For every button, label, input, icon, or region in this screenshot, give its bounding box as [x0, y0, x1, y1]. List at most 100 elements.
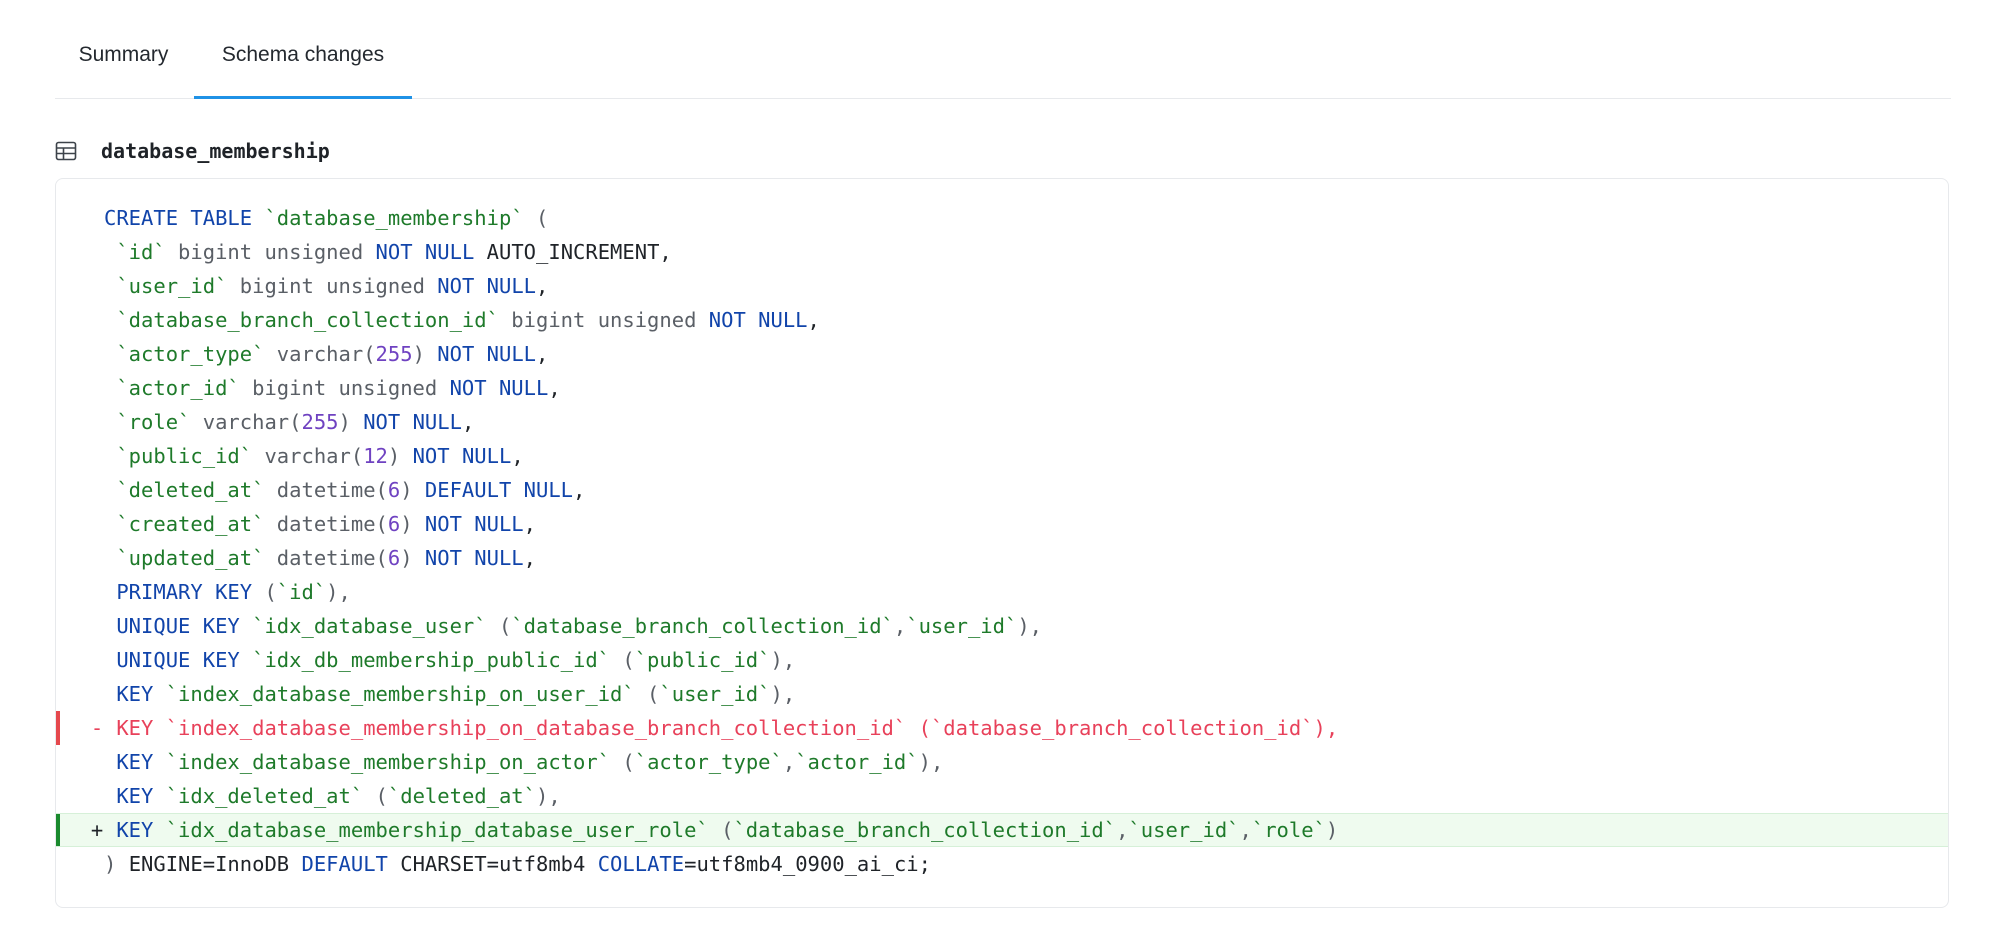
schema-diff-viewer: CREATE TABLE `database_membership` ( `id…	[55, 178, 1949, 908]
code-token: ,	[523, 546, 536, 570]
code-token: ,	[807, 308, 820, 332]
code-token: )	[1325, 818, 1339, 842]
table-icon	[55, 140, 77, 162]
code-line-content: `role` varchar(255) NOT NULL,	[104, 405, 474, 439]
code-token: NOT NULL	[424, 546, 524, 570]
diff-line: KEY `index_database_membership_on_user_i…	[56, 677, 1948, 711]
code-token: (	[708, 818, 734, 842]
code-token: ,	[536, 274, 549, 298]
code-token: )	[104, 852, 129, 876]
code-token: `idx_database_membership_database_user_r…	[165, 818, 709, 842]
code-token: NOT NULL	[437, 342, 537, 366]
tab-schema-changes[interactable]: Schema changes	[194, 0, 412, 99]
code-line-content: ) ENGINE=InnoDB DEFAULT CHARSET=utf8mb4 …	[104, 847, 931, 881]
code-line-content: KEY `idx_deleted_at` (`deleted_at`),	[104, 779, 561, 813]
diff-marker: +	[90, 818, 104, 842]
code-line-content: `user_id` bigint unsigned NOT NULL,	[104, 269, 548, 303]
tab-summary[interactable]: Summary	[55, 0, 192, 97]
diff-line: `public_id` varchar(12) NOT NULL,	[56, 439, 1948, 473]
code-token: `role`	[1251, 818, 1326, 842]
code-token: varchar(	[264, 342, 376, 366]
code-token: `user_id`	[659, 682, 771, 706]
code-line-content: KEY `index_database_membership_on_databa…	[104, 711, 1338, 745]
code-token: (	[610, 648, 635, 672]
diff-line-added: + KEY `idx_database_membership_database_…	[56, 813, 1948, 847]
code-token: `index_database_membership_on_database_b…	[165, 716, 907, 740]
code-token: `user_id`	[1128, 818, 1240, 842]
code-token: 6	[387, 512, 401, 536]
code-token: `created_at`	[116, 512, 265, 536]
code-token: )	[412, 342, 438, 366]
code-token: `index_database_membership_on_actor`	[165, 750, 611, 774]
diff-line: UNIQUE KEY `idx_db_membership_public_id`…	[56, 643, 1948, 677]
code-token: AUTO_INCREMENT,	[474, 240, 672, 264]
code-token: ,	[461, 410, 475, 434]
code-token: (	[252, 580, 277, 604]
diff-lines: CREATE TABLE `database_membership` ( `id…	[56, 201, 1948, 881]
code-token: `index_database_membership_on_user_id`	[165, 682, 635, 706]
code-token: =utf8mb4_0900_ai_ci;	[684, 852, 931, 876]
code-token: ),	[1017, 614, 1043, 638]
code-token: `actor_type`	[116, 342, 265, 366]
code-token: ),	[918, 750, 944, 774]
code-token: 12	[363, 444, 388, 468]
code-token: `idx_db_membership_public_id`	[252, 648, 611, 672]
code-token: (	[906, 716, 931, 740]
code-token: varchar(	[252, 444, 364, 468]
code-token: ),	[770, 648, 796, 672]
code-token: ,	[523, 512, 536, 536]
code-token: ,	[536, 342, 549, 366]
code-token: 255	[301, 410, 339, 434]
code-token: `actor_id`	[116, 376, 240, 400]
code-token: `deleted_at`	[387, 784, 536, 808]
diff-line: `created_at` datetime(6) NOT NULL,	[56, 507, 1948, 541]
code-line-content: `deleted_at` datetime(6) DEFAULT NULL,	[104, 473, 585, 507]
diff-line: `role` varchar(255) NOT NULL,	[56, 405, 1948, 439]
code-token: )	[400, 512, 425, 536]
diff-line: ) ENGINE=InnoDB DEFAULT CHARSET=utf8mb4 …	[56, 847, 1948, 881]
table-header: database_membership	[55, 136, 330, 166]
diff-line: KEY `index_database_membership_on_actor`…	[56, 745, 1948, 779]
code-token: ,	[1239, 818, 1252, 842]
code-token: KEY	[116, 750, 154, 774]
code-token: ,	[511, 444, 524, 468]
diff-line: `updated_at` datetime(6) NOT NULL,	[56, 541, 1948, 575]
code-token: NOT NULL	[708, 308, 808, 332]
code-token: `updated_at`	[116, 546, 265, 570]
code-token: )	[400, 546, 425, 570]
code-token: `database_branch_collection_id`	[930, 716, 1314, 740]
diff-line: `user_id` bigint unsigned NOT NULL,	[56, 269, 1948, 303]
diff-line: `actor_id` bigint unsigned NOT NULL,	[56, 371, 1948, 405]
code-token: datetime(	[264, 512, 388, 536]
code-token: NOT NULL	[437, 274, 537, 298]
diff-line-removed: - KEY `index_database_membership_on_data…	[56, 711, 1948, 745]
code-token: NOT NULL	[449, 376, 549, 400]
code-token: bigint unsigned	[227, 274, 438, 298]
code-token: NOT NULL	[424, 512, 524, 536]
code-token: `database_branch_collection_id`	[116, 308, 499, 332]
code-token: `user_id`	[116, 274, 228, 298]
diff-marker: -	[90, 716, 104, 740]
code-token: UNIQUE KEY	[116, 648, 240, 672]
code-token: NOT NULL	[363, 410, 462, 434]
code-token: 255	[375, 342, 413, 366]
code-line-content: PRIMARY KEY (`id`),	[104, 575, 351, 609]
code-token: KEY	[116, 818, 154, 842]
code-token: 6	[387, 478, 401, 502]
code-token: (	[363, 784, 388, 808]
code-token: ),	[536, 784, 561, 808]
code-token: DEFAULT	[301, 852, 388, 876]
diff-line: KEY `idx_deleted_at` (`deleted_at`),	[56, 779, 1948, 813]
